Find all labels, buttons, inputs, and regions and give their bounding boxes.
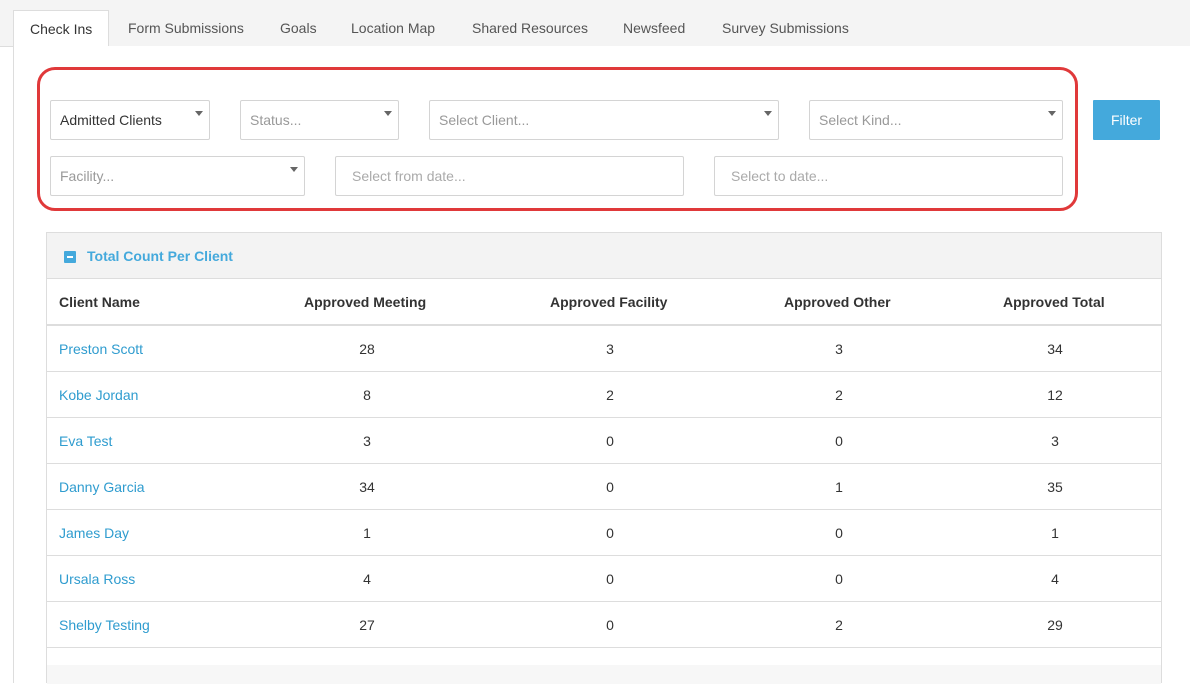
status-select[interactable]: Status... <box>240 100 399 140</box>
table-row: Eva Test 3 0 0 3 <box>47 418 1161 464</box>
chevron-down-icon <box>384 111 392 116</box>
facility-select-placeholder: Facility... <box>60 168 115 184</box>
approved-other-value: 0 <box>835 525 843 541</box>
column-header-approved-other: Approved Other <box>784 294 891 310</box>
approved-other-value: 2 <box>835 387 843 403</box>
approved-facility-value: 0 <box>606 525 614 541</box>
kind-select-placeholder: Select Kind... <box>819 112 902 128</box>
approved-meeting-value: 8 <box>363 387 371 403</box>
chevron-down-icon <box>290 167 298 172</box>
kind-select[interactable]: Select Kind... <box>809 100 1063 140</box>
approved-meeting-value: 4 <box>363 571 371 587</box>
tab-form-submissions[interactable]: Form Submissions <box>128 10 244 47</box>
from-date-input[interactable]: Select from date... <box>335 156 684 196</box>
approved-meeting-value: 28 <box>359 341 375 357</box>
approved-meeting-value: 3 <box>363 433 371 449</box>
total-count-card: Total Count Per Client Client Name Appro… <box>46 232 1162 684</box>
client-select[interactable]: Select Client... <box>429 100 779 140</box>
client-name-link[interactable]: Eva Test <box>59 418 112 464</box>
client-name-link[interactable]: Shelby Testing <box>59 602 150 648</box>
approved-meeting-value: 1 <box>363 525 371 541</box>
client-name-link[interactable]: Ursala Ross <box>59 556 135 602</box>
client-name-link[interactable]: Preston Scott <box>59 326 143 372</box>
approved-facility-value: 0 <box>606 617 614 633</box>
approved-total-value: 29 <box>1047 617 1063 633</box>
tab-shared-resources[interactable]: Shared Resources <box>472 10 588 47</box>
collapse-minus-icon[interactable] <box>64 251 76 263</box>
table-row: James Day 1 0 0 1 <box>47 510 1161 556</box>
chevron-down-icon <box>764 111 772 116</box>
approved-total-value: 3 <box>1051 433 1059 449</box>
approved-other-value: 0 <box>835 571 843 587</box>
table-footer <box>47 665 1161 684</box>
admission-select[interactable]: Admitted Clients <box>50 100 210 140</box>
card-header[interactable]: Total Count Per Client <box>47 233 1161 279</box>
card-title: Total Count Per Client <box>87 248 233 264</box>
approved-facility-value: 0 <box>606 433 614 449</box>
filter-button[interactable]: Filter <box>1093 100 1160 140</box>
client-select-placeholder: Select Client... <box>439 112 530 128</box>
approved-facility-value: 0 <box>606 479 614 495</box>
approved-facility-value: 0 <box>606 571 614 587</box>
facility-select[interactable]: Facility... <box>50 156 305 196</box>
column-header-approved-facility: Approved Facility <box>550 294 668 310</box>
client-name-link[interactable]: Kobe Jordan <box>59 372 138 418</box>
approved-total-value: 34 <box>1047 341 1063 357</box>
tab-goals[interactable]: Goals <box>280 10 317 47</box>
to-date-placeholder: Select to date... <box>731 168 829 184</box>
to-date-input[interactable]: Select to date... <box>714 156 1063 196</box>
table-row: Shelby Testing 27 0 2 29 <box>47 602 1161 648</box>
table-row: Danny Garcia 34 0 1 35 <box>47 464 1161 510</box>
approved-facility-value: 3 <box>606 341 614 357</box>
admission-select-value: Admitted Clients <box>60 112 162 128</box>
approved-other-value: 3 <box>835 341 843 357</box>
client-name-link[interactable]: James Day <box>59 510 129 556</box>
approved-total-value: 12 <box>1047 387 1063 403</box>
tab-bar: Check Ins Form Submissions Goals Locatio… <box>0 0 1190 48</box>
approved-total-value: 1 <box>1051 525 1059 541</box>
approved-other-value: 2 <box>835 617 843 633</box>
column-header-approved-total: Approved Total <box>1003 294 1105 310</box>
table-row: Kobe Jordan 8 2 2 12 <box>47 372 1161 418</box>
table-row: Ursala Ross 4 0 0 4 <box>47 556 1161 602</box>
approved-total-value: 35 <box>1047 479 1063 495</box>
table-header: Client Name Approved Meeting Approved Fa… <box>47 279 1161 326</box>
column-header-client-name: Client Name <box>59 294 140 310</box>
column-header-approved-meeting: Approved Meeting <box>304 294 427 310</box>
from-date-placeholder: Select from date... <box>352 168 466 184</box>
tab-location-map[interactable]: Location Map <box>351 10 435 47</box>
approved-facility-value: 2 <box>606 387 614 403</box>
status-select-placeholder: Status... <box>250 112 302 128</box>
tab-check-ins[interactable]: Check Ins <box>13 10 110 48</box>
approved-meeting-value: 27 <box>359 617 375 633</box>
tab-survey-submissions[interactable]: Survey Submissions <box>722 10 849 47</box>
table-row: Preston Scott 28 3 3 34 <box>47 326 1161 372</box>
chevron-down-icon <box>1048 111 1056 116</box>
approved-total-value: 4 <box>1051 571 1059 587</box>
approved-meeting-value: 34 <box>359 479 375 495</box>
tab-newsfeed[interactable]: Newsfeed <box>623 10 685 47</box>
client-name-link[interactable]: Danny Garcia <box>59 464 145 510</box>
chevron-down-icon <box>195 111 203 116</box>
approved-other-value: 1 <box>835 479 843 495</box>
approved-other-value: 0 <box>835 433 843 449</box>
